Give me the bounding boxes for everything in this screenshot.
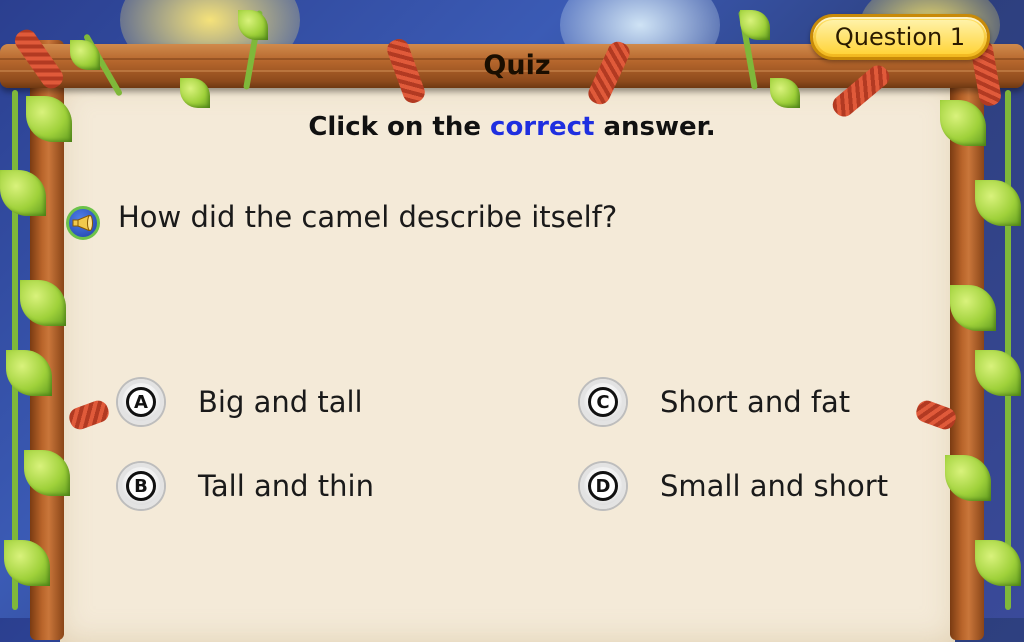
option-d-letter: D [588,471,618,501]
option-a-button[interactable]: A Big and tall [118,374,363,430]
option-c-button[interactable]: C Short and fat [580,374,850,430]
speaker-horn-icon [72,215,93,231]
option-c-badge: C [580,379,626,425]
instruction-highlight: correct [490,112,595,142]
instruction-after: answer. [594,112,716,142]
option-c-letter: C [588,387,618,417]
option-b-text: Tall and thin [198,469,374,503]
option-c-text: Short and fat [660,385,851,419]
question-number-label: Question 1 [816,20,984,54]
option-d-button[interactable]: D Small and short [580,458,888,514]
question-text: How did the camel describe itself? [118,200,618,234]
option-b-button[interactable]: B Tall and thin [118,458,374,514]
option-a-badge: A [118,379,164,425]
option-b-badge: B [118,463,164,509]
question-number-badge: Question 1 [810,14,990,60]
vine [1005,90,1011,610]
audio-play-button[interactable] [66,206,100,240]
option-a-text: Big and tall [198,385,363,419]
option-b-letter: B [126,471,156,501]
instruction-text: Click on the correct answer. [0,112,1024,142]
option-d-text: Small and short [660,469,889,503]
quiz-panel [60,82,955,642]
quiz-title: Quiz [483,50,551,81]
option-d-badge: D [580,463,626,509]
instruction-before: Click on the [308,112,491,142]
option-a-letter: A [126,387,156,417]
